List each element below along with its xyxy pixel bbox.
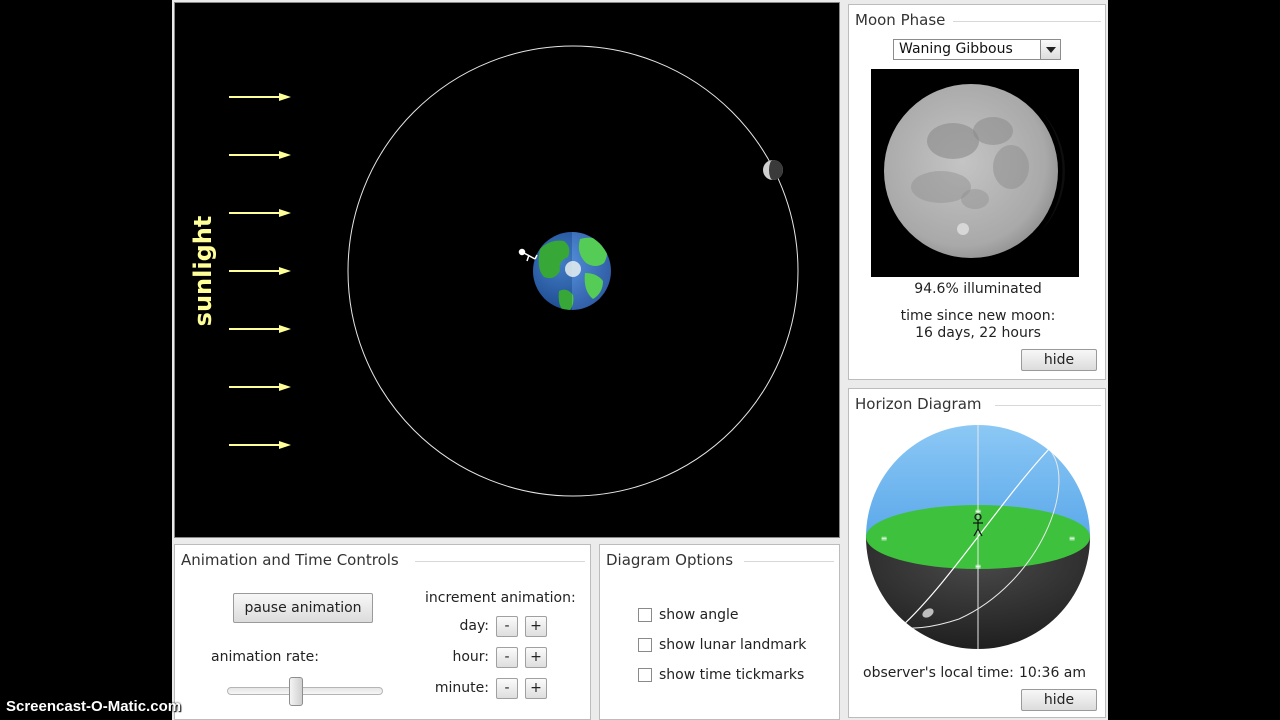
sunlight-arrow xyxy=(229,383,291,391)
show-lunar-landmark-label[interactable]: show lunar landmark xyxy=(659,637,806,653)
observer-local-time-label: observer's local time: xyxy=(863,665,1014,681)
observer-figure[interactable] xyxy=(518,248,538,262)
horizon-diagram-title: Horizon Diagram xyxy=(855,395,982,413)
animation-controls-title: Animation and Time Controls xyxy=(181,551,399,569)
moon-phase-select[interactable]: Waning Gibbous xyxy=(893,39,1061,60)
moon-phase-title: Moon Phase xyxy=(855,11,946,29)
divider xyxy=(953,21,1101,22)
show-time-tickmarks-label[interactable]: show time tickmarks xyxy=(659,667,804,683)
show-angle-checkbox[interactable] xyxy=(638,608,652,622)
increment-animation-label: increment animation: xyxy=(425,590,576,606)
earth[interactable] xyxy=(533,229,614,313)
sunlight-arrow xyxy=(229,267,291,275)
hour-decrement-button[interactable]: - xyxy=(496,647,518,668)
illumination-text: 94.6% illuminated xyxy=(914,281,1042,297)
sunlight-arrow xyxy=(229,441,291,449)
west-marker: ≡ xyxy=(1069,534,1076,543)
time-since-new-moon-label: time since new moon: xyxy=(900,308,1056,324)
increment-day-label: day: xyxy=(459,618,489,634)
moon-phases-simulator: sunlight Moon Phase Waning Gibbous 94.6%… xyxy=(172,0,1108,720)
moon-phase-panel: Moon Phase Waning Gibbous 94.6% illumina… xyxy=(848,4,1106,380)
hide-horizon-diagram-button[interactable]: hide xyxy=(1021,689,1097,711)
show-lunar-landmark-checkbox[interactable] xyxy=(638,638,652,652)
minute-increment-button[interactable]: + xyxy=(525,678,547,699)
pause-animation-button[interactable]: pause animation xyxy=(233,593,373,623)
moon[interactable] xyxy=(763,160,783,180)
hour-increment-button[interactable]: + xyxy=(525,647,547,668)
divider xyxy=(415,561,585,562)
south-marker: ≡ xyxy=(975,562,982,571)
divider xyxy=(744,561,834,562)
diagram-options-panel: Diagram Options show angle show lunar la… xyxy=(599,544,840,720)
hide-moon-phase-button[interactable]: hide xyxy=(1021,349,1097,371)
horizon-diagram-panel: Horizon Diagram ≡ ≡ ≡ ≡ observer's local… xyxy=(848,388,1106,718)
chevron-down-icon[interactable] xyxy=(1040,40,1060,59)
observer-local-time-value: 10:36 am xyxy=(1019,665,1087,681)
sunlight-label: sunlight xyxy=(189,216,217,327)
show-angle-label[interactable]: show angle xyxy=(659,607,738,623)
animation-rate-label: animation rate: xyxy=(211,649,319,665)
moon-phase-selected: Waning Gibbous xyxy=(899,41,1013,57)
sunlight-arrows xyxy=(229,93,291,449)
horizon-sphere[interactable]: ≡ ≡ ≡ ≡ xyxy=(849,423,1107,663)
orbit-view[interactable]: sunlight xyxy=(174,2,840,538)
show-time-tickmarks-checkbox[interactable] xyxy=(638,668,652,682)
sunlight-arrow xyxy=(229,93,291,101)
animation-controls-panel: Animation and Time Controls pause animat… xyxy=(174,544,591,720)
day-increment-button[interactable]: + xyxy=(525,616,547,637)
divider xyxy=(995,405,1101,406)
moon-icon xyxy=(884,84,1065,258)
animation-rate-slider[interactable] xyxy=(227,677,383,707)
increment-hour-label: hour: xyxy=(452,649,489,665)
sunlight-arrow xyxy=(229,151,291,159)
moon-phase-image xyxy=(871,69,1079,277)
sunlight-arrow xyxy=(229,209,291,217)
day-decrement-button[interactable]: - xyxy=(496,616,518,637)
increment-minute-label: minute: xyxy=(434,680,489,696)
slider-thumb[interactable] xyxy=(289,677,303,706)
sunlight-arrow xyxy=(229,325,291,333)
diagram-options-title: Diagram Options xyxy=(606,551,734,569)
minute-decrement-button[interactable]: - xyxy=(496,678,518,699)
time-since-new-moon-value: 16 days, 22 hours xyxy=(915,325,1041,341)
east-marker: ≡ xyxy=(881,534,888,543)
orbit-diagram: sunlight xyxy=(189,45,799,497)
slider-track xyxy=(227,687,383,695)
watermark-text: Screencast-O-Matic.com xyxy=(6,698,182,715)
